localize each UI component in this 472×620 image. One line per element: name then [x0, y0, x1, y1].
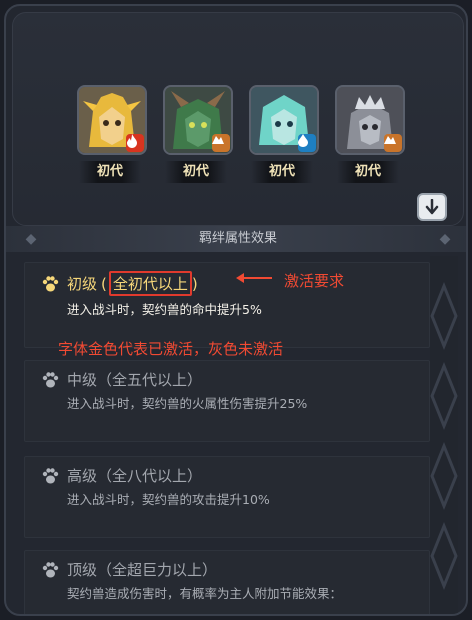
annotation-activation-requirement: 激活要求 — [284, 272, 345, 290]
earth-icon — [384, 134, 402, 152]
pet-portrait-1[interactable] — [77, 85, 147, 155]
bond-tier-1[interactable]: 初级 ( 全初代以上 ) 进入战斗时，契约兽的命中提升5% — [24, 262, 430, 348]
tier-description: 进入战斗时，契约兽的攻击提升10% — [67, 492, 270, 507]
pet-team-area: 初代 初代 初代 初代 — [12, 12, 464, 226]
paw-icon — [42, 371, 59, 387]
tier-heading: 高级 （全八代以上） — [41, 465, 202, 486]
tier-requirement: （全超巨力以上） — [97, 561, 218, 579]
bond-tier-3[interactable]: 高级 （全八代以上） 进入战斗时，契约兽的攻击提升10% — [24, 456, 430, 538]
tier-name: 顶级 — [67, 561, 98, 579]
tier-heading: 中级 （全五代以上） — [41, 369, 202, 390]
pet-generation-label: 初代 — [79, 161, 141, 183]
tier-description: 进入战斗时，契约兽的命中提升5% — [67, 302, 262, 317]
tier-requirement: （全八代以上） — [97, 467, 203, 485]
pet-generation-label: 初代 — [337, 161, 399, 183]
tier-requirement-highlight: 全初代以上 — [108, 271, 192, 296]
bond-tier-2[interactable]: 中级 （全五代以上） 进入战斗时，契约兽的火属性伤害提升25% — [24, 360, 430, 442]
pet-slot-4[interactable]: 初代 — [335, 85, 405, 183]
diamond-decoration-icon: ◆ — [25, 231, 37, 247]
side-ornament-icon — [430, 256, 458, 614]
tier-heading: 顶级 （全超巨力以上） — [41, 559, 217, 580]
paw-icon — [42, 275, 59, 291]
pet-portrait-2[interactable] — [163, 85, 233, 155]
tier-requirement-close: ) — [191, 274, 198, 293]
tier-requirement: （全五代以上） — [97, 371, 203, 389]
paw-icon — [42, 467, 59, 483]
annotation-color-explanation: 字体金色代表已激活，灰色未激活 — [58, 340, 284, 358]
tier-description: 进入战斗时，契约兽的火属性伤害提升25% — [67, 396, 308, 411]
tier-name: 初级 — [67, 275, 98, 293]
tier-requirement-open: ( — [101, 274, 107, 293]
earth-icon — [212, 134, 230, 152]
expand-button[interactable] — [417, 193, 447, 221]
pet-portrait-4[interactable] — [335, 85, 405, 155]
pet-slot-2[interactable]: 初代 — [163, 85, 233, 183]
bond-tier-4[interactable]: 顶级 （全超巨力以上） 契约兽造成伤害时，有概率为主人附加节能效果： — [24, 550, 430, 614]
pet-generation-label: 初代 — [165, 161, 227, 183]
arrow-down-icon — [425, 199, 439, 215]
tier-name: 高级 — [67, 467, 98, 485]
tier-name: 中级 — [67, 371, 98, 389]
bond-panel: 初代 初代 初代 初代 ◆ 羁绊属性效果 ◆ 初级 (全初代以上) 进入战斗… — [4, 4, 468, 616]
annotation-arrow-icon — [236, 273, 272, 283]
section-title: 羁绊属性效果 — [198, 231, 277, 246]
pet-portrait-3[interactable] — [249, 85, 319, 155]
bond-tier-list[interactable]: 初级 ( 全初代以上 ) 进入战斗时，契约兽的命中提升5% 激活要求 字体金色代… — [12, 256, 462, 614]
fire-icon — [126, 134, 144, 152]
diamond-decoration-icon: ◆ — [439, 231, 451, 247]
pet-slot-1[interactable]: 初代 — [77, 85, 147, 183]
water-icon — [298, 134, 316, 152]
paw-icon — [42, 561, 59, 577]
tier-heading: 初级 ( 全初代以上 ) — [41, 271, 198, 296]
section-header: ◆ 羁绊属性效果 ◆ — [6, 226, 466, 252]
tier-description: 契约兽造成伤害时，有概率为主人附加节能效果： — [67, 586, 343, 601]
pet-slot-3[interactable]: 初代 — [249, 85, 319, 183]
pet-generation-label: 初代 — [251, 161, 313, 183]
